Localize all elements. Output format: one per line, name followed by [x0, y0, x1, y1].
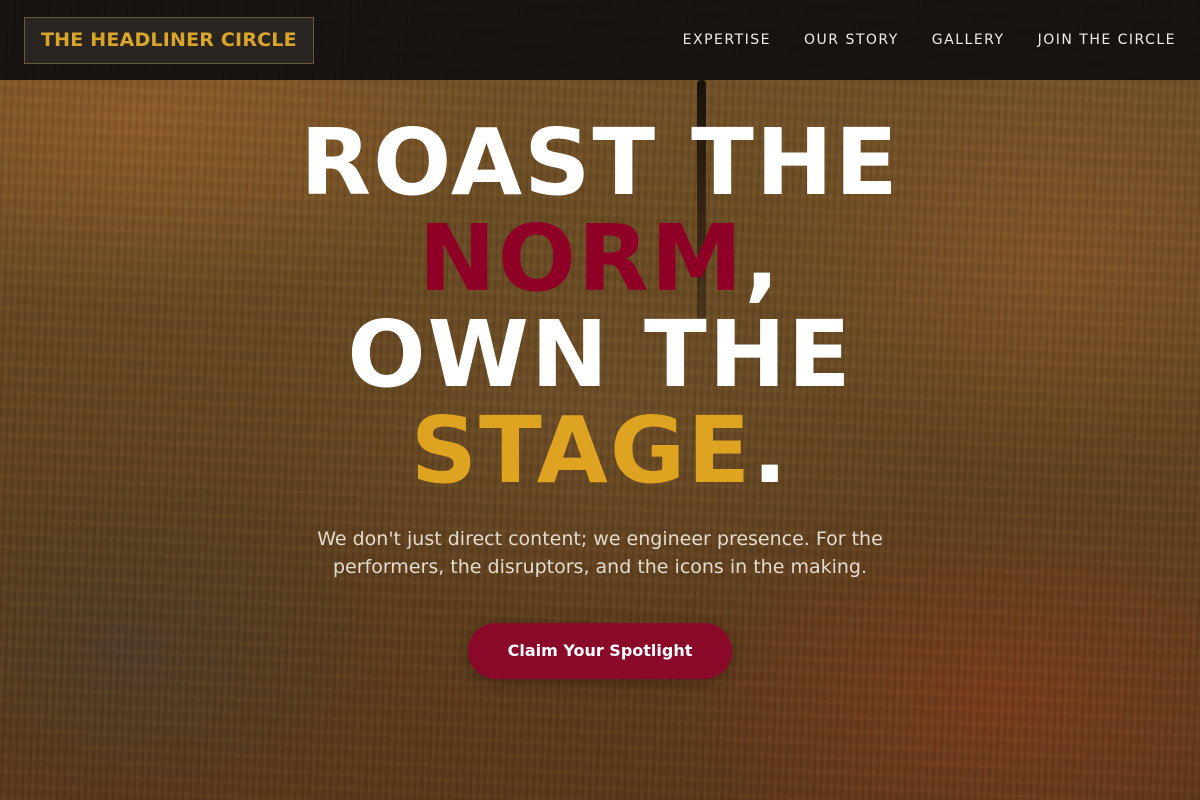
hero-subtitle: We don't just direct content; we enginee…: [317, 528, 883, 578]
headline-highlight-norm: NORM: [418, 205, 745, 312]
nav-link-expertise[interactable]: EXPERTISE: [683, 32, 771, 48]
brand-logo[interactable]: THE HEADLINER CIRCLE: [24, 16, 314, 64]
headline-line-2: NORM,: [0, 211, 1200, 307]
headline-line-1: ROAST THE: [300, 109, 900, 216]
navbar: THE HEADLINER CIRCLE EXPERTISE OUR STORY…: [0, 0, 1200, 80]
nav-link-join-the-circle[interactable]: JOIN THE CIRCLE: [1038, 32, 1176, 48]
headline-period: .: [752, 397, 790, 504]
headline-line-3: OWN THE: [347, 301, 853, 408]
nav-links: EXPERTISE OUR STORY GALLERY JOIN THE CIR…: [683, 32, 1176, 48]
nav-link-gallery[interactable]: GALLERY: [932, 32, 1005, 48]
hero-headline: ROAST THE NORM, OWN THE STAGE.: [0, 115, 1200, 499]
nav-link-our-story[interactable]: OUR STORY: [804, 32, 899, 48]
hero-content: ROAST THE NORM, OWN THE STAGE. We don't …: [0, 115, 1200, 679]
headline-line-4: STAGE.: [0, 403, 1200, 499]
claim-spotlight-button[interactable]: Claim Your Spotlight: [468, 623, 732, 679]
headline-comma: ,: [744, 205, 782, 312]
headline-highlight-stage: STAGE: [410, 397, 753, 504]
